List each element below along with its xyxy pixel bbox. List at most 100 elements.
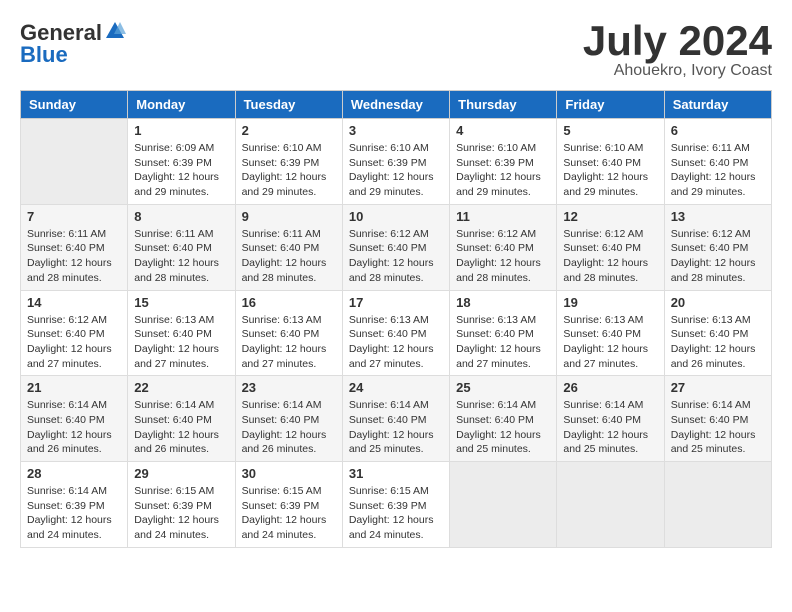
sunset-text: Sunset: 6:40 PM [671, 414, 749, 426]
day-info: Sunrise: 6:10 AMSunset: 6:39 PMDaylight:… [349, 141, 443, 200]
sunrise-text: Sunrise: 6:10 AM [349, 142, 429, 154]
sunset-text: Sunset: 6:40 PM [349, 414, 427, 426]
daylight-text: Daylight: 12 hours and 27 minutes. [349, 343, 434, 370]
sunset-text: Sunset: 6:39 PM [349, 500, 427, 512]
daylight-text: Daylight: 12 hours and 24 minutes. [134, 514, 219, 541]
day-number: 8 [134, 209, 228, 224]
header-day-sunday: Sunday [21, 91, 128, 119]
calendar-cell: 12Sunrise: 6:12 AMSunset: 6:40 PMDayligh… [557, 204, 664, 290]
sunset-text: Sunset: 6:40 PM [563, 328, 641, 340]
header-day-saturday: Saturday [664, 91, 771, 119]
header: General Blue July 2024 Ahouekro, Ivory C… [20, 20, 772, 80]
day-info: Sunrise: 6:14 AMSunset: 6:40 PMDaylight:… [563, 398, 657, 457]
day-number: 22 [134, 380, 228, 395]
daylight-text: Daylight: 12 hours and 29 minutes. [671, 171, 756, 198]
day-info: Sunrise: 6:11 AMSunset: 6:40 PMDaylight:… [27, 227, 121, 286]
sunset-text: Sunset: 6:40 PM [349, 242, 427, 254]
daylight-text: Daylight: 12 hours and 24 minutes. [242, 514, 327, 541]
daylight-text: Daylight: 12 hours and 29 minutes. [349, 171, 434, 198]
daylight-text: Daylight: 12 hours and 27 minutes. [134, 343, 219, 370]
sunset-text: Sunset: 6:40 PM [671, 328, 749, 340]
day-info: Sunrise: 6:15 AMSunset: 6:39 PMDaylight:… [134, 484, 228, 543]
sunrise-text: Sunrise: 6:13 AM [242, 314, 322, 326]
sunset-text: Sunset: 6:40 PM [242, 328, 320, 340]
sunrise-text: Sunrise: 6:10 AM [563, 142, 643, 154]
daylight-text: Daylight: 12 hours and 28 minutes. [349, 257, 434, 284]
header-row: SundayMondayTuesdayWednesdayThursdayFrid… [21, 91, 772, 119]
sunrise-text: Sunrise: 6:11 AM [242, 228, 321, 240]
day-number: 17 [349, 295, 443, 310]
daylight-text: Daylight: 12 hours and 25 minutes. [349, 429, 434, 456]
day-info: Sunrise: 6:14 AMSunset: 6:40 PMDaylight:… [349, 398, 443, 457]
calendar-cell: 3 Sunrise: 6:10 AMSunset: 6:39 PMDaylight… [342, 119, 449, 205]
day-info: Sunrise: 6:12 AMSunset: 6:40 PMDaylight:… [456, 227, 550, 286]
calendar-cell: 18 Sunrise: 6:13 AM Sunset: 6:40 PM Dayligh… [450, 290, 557, 376]
day-number: 10 [349, 209, 443, 224]
daylight-text: Daylight: 12 hours and 28 minutes. [563, 257, 648, 284]
header-day-thursday: Thursday [450, 91, 557, 119]
day-number: 21 [27, 380, 121, 395]
calendar-cell: 14Sunrise: 6:12 AMSunset: 6:40 PMDayligh… [21, 290, 128, 376]
day-number: 18 [456, 295, 550, 310]
day-info: Sunrise: 6:15 AM Sunset: 6:39 PM Daylight:… [242, 484, 336, 543]
sunset-text: Sunset: 6:40 PM [671, 157, 749, 169]
sunset-text: Sunset: 6:39 PM [242, 500, 320, 512]
day-info: Sunrise: 6:14 AM Sunset: 6:40 PM Daylight:… [456, 398, 550, 457]
calendar-cell: 24 Sunrise: 6:14 AMSunset: 6:40 PMDayligh… [342, 376, 449, 462]
day-number: 31 [349, 466, 443, 481]
day-info: Sunrise: 6:14 AMSunset: 6:39 PMDaylight:… [27, 484, 121, 543]
sunset-text: Sunset: 6:40 PM [134, 328, 212, 340]
sunrise-text: Sunrise: 6:12 AM [563, 228, 643, 240]
daylight-text: Daylight: 12 hours and 25 minutes. [456, 429, 541, 456]
sunrise-text: Sunrise: 6:10 AM [242, 142, 322, 154]
sunset-text: Sunset: 6:40 PM [671, 242, 749, 254]
sunrise-text: Sunrise: 6:13 AM [349, 314, 429, 326]
calendar-cell: 1Sunrise: 6:09 AMSunset: 6:39 PMDaylight… [128, 119, 235, 205]
sunrise-text: Sunrise: 6:12 AM [27, 314, 107, 326]
day-info: Sunrise: 6:10 AMSunset: 6:39 PMDaylight:… [242, 141, 336, 200]
header-day-wednesday: Wednesday [342, 91, 449, 119]
day-number: 5 [563, 123, 657, 138]
week-row-3: 14Sunrise: 6:12 AMSunset: 6:40 PMDayligh… [21, 290, 772, 376]
sunrise-text: Sunrise: 6:13 AM [456, 314, 536, 326]
sunset-text: Sunset: 6:40 PM [456, 242, 534, 254]
calendar-cell [450, 462, 557, 548]
day-number: 3 [349, 123, 443, 138]
day-number: 26 [563, 380, 657, 395]
day-number: 29 [134, 466, 228, 481]
day-number: 6 [671, 123, 765, 138]
sunset-text: Sunset: 6:39 PM [134, 157, 212, 169]
sunset-text: Sunset: 6:40 PM [27, 328, 105, 340]
sunrise-text: Sunrise: 6:14 AM [456, 399, 536, 411]
title-area: July 2024 Ahouekro, Ivory Coast [583, 20, 772, 80]
day-number: 28 [27, 466, 121, 481]
day-info: Sunrise: 6:11 AMSunset: 6:40 PMDaylight:… [671, 141, 765, 200]
calendar-cell: 26 Sunrise: 6:14 AMSunset: 6:40 PMDayligh… [557, 376, 664, 462]
day-info: Sunrise: 6:13 AMSunset: 6:40 PMDaylight:… [671, 313, 765, 372]
day-number: 12 [563, 209, 657, 224]
sunrise-text: Sunrise: 6:09 AM [134, 142, 214, 154]
day-number: 25 [456, 380, 550, 395]
calendar-cell: 17Sunrise: 6:13 AMSunset: 6:40 PMDayligh… [342, 290, 449, 376]
sunrise-text: Sunrise: 6:15 AM [242, 485, 322, 497]
day-number: 19 [563, 295, 657, 310]
daylight-text: Daylight: 12 hours and 28 minutes. [27, 257, 112, 284]
sunset-text: Sunset: 6:39 PM [27, 500, 105, 512]
sunset-text: Sunset: 6:40 PM [456, 414, 534, 426]
calendar-cell: 4Sunrise: 6:10 AMSunset: 6:39 PMDaylight… [450, 119, 557, 205]
day-number: 24 [349, 380, 443, 395]
daylight-text: Daylight: 12 hours and 28 minutes. [456, 257, 541, 284]
daylight-text: Daylight: 12 hours and 27 minutes. [456, 343, 541, 370]
logo-blue-text: Blue [20, 42, 68, 68]
sunrise-text: Sunrise: 6:13 AM [134, 314, 214, 326]
day-info: Sunrise: 6:15 AMSunset: 6:39 PMDaylight:… [349, 484, 443, 543]
week-row-2: 7Sunrise: 6:11 AMSunset: 6:40 PMDaylight… [21, 204, 772, 290]
sunset-text: Sunset: 6:39 PM [134, 500, 212, 512]
sunrise-text: Sunrise: 6:14 AM [27, 485, 107, 497]
sunrise-text: Sunrise: 6:10 AM [456, 142, 536, 154]
calendar-cell [664, 462, 771, 548]
day-number: 2 [242, 123, 336, 138]
calendar-cell: 30Sunrise: 6:15 AMSunset: 6:39 PMDayligh… [235, 462, 342, 548]
sunset-text: Sunset: 6:40 PM [456, 328, 534, 340]
daylight-text: Daylight: 12 hours and 29 minutes. [563, 171, 648, 198]
